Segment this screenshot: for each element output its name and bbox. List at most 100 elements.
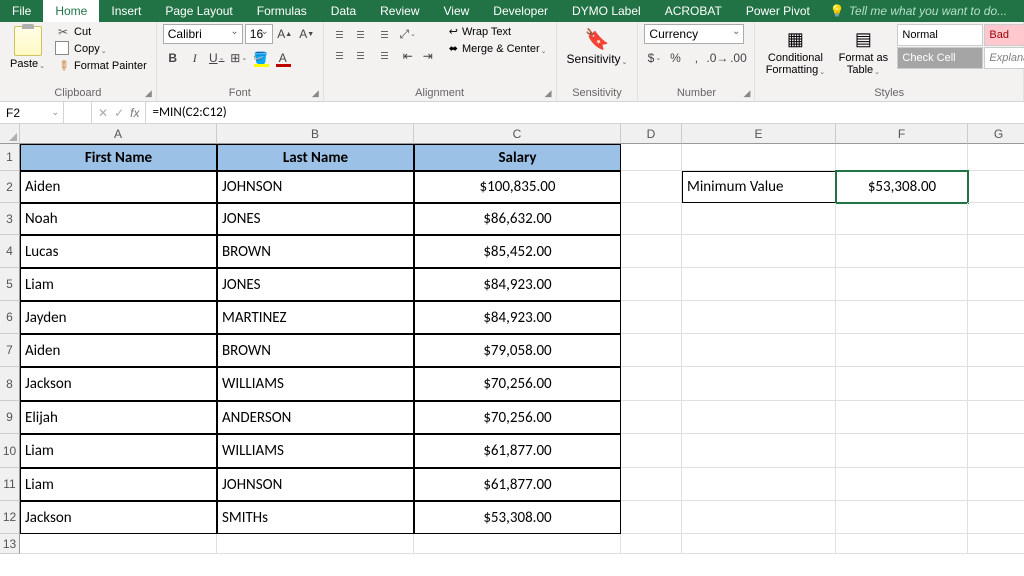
cell-E5[interactable] [682, 268, 836, 301]
cancel-formula-icon[interactable]: ✕ [98, 106, 108, 120]
cell-salary-7[interactable]: $70,256.00 [414, 367, 621, 401]
cells-area[interactable]: First NameLast NameSalary Aiden JOHNSON $10… [20, 144, 1024, 576]
percent-format-button[interactable]: % [665, 48, 685, 68]
cell-first-8[interactable]: Elijah [20, 401, 217, 434]
sensitivity-button[interactable]: 🔖 Sensitivity [563, 24, 632, 68]
dialog-launcher-icon[interactable]: ◢ [145, 88, 152, 99]
cell-D1[interactable] [621, 144, 682, 171]
cell-G1[interactable] [968, 144, 1024, 171]
tell-me-search[interactable]: 💡 Tell me what you want to do... [830, 0, 1007, 22]
comma-format-button[interactable]: , [686, 48, 706, 68]
italic-button[interactable]: I [185, 48, 205, 68]
cell-G6[interactable] [968, 301, 1024, 334]
style-explanatory[interactable]: Explanatory ... [984, 47, 1024, 69]
cell-last-3[interactable]: BROWN [217, 235, 414, 268]
copy-button[interactable]: Copy [53, 41, 150, 57]
tab-data[interactable]: Data [319, 0, 368, 22]
fill-color-button[interactable]: 🪣 [251, 48, 271, 68]
cell-first-2[interactable]: Noah [20, 203, 217, 235]
cell-D3[interactable] [621, 203, 682, 235]
cell-last-10[interactable]: JOHNSON [217, 468, 414, 501]
cell-salary-1[interactable]: $100,835.00 [414, 171, 621, 203]
cell-F9[interactable] [836, 401, 968, 434]
cell-salary-4[interactable]: $84,923.00 [414, 268, 621, 301]
style-check-cell[interactable]: Check Cell [897, 47, 983, 69]
cell-F3[interactable] [836, 203, 968, 235]
align-right-button[interactable] [372, 45, 392, 65]
cell-F12[interactable] [836, 501, 968, 534]
cell-last-11[interactable]: SMITHs [217, 501, 414, 534]
cell-D9[interactable] [621, 401, 682, 434]
cell-E1[interactable] [682, 144, 836, 171]
row-header-2[interactable]: 2 [0, 171, 20, 203]
align-left-button[interactable] [330, 45, 350, 65]
select-all-corner[interactable] [0, 124, 20, 144]
font-color-button[interactable]: A [273, 48, 293, 68]
cell-F5[interactable] [836, 268, 968, 301]
column-header-a[interactable]: A [20, 124, 217, 144]
row-header-10[interactable]: 10 [0, 434, 20, 468]
cell-last-8[interactable]: ANDERSON [217, 401, 414, 434]
row-header-13[interactable]: 13 [0, 534, 20, 554]
tab-power-pivot[interactable]: Power Pivot [734, 0, 822, 22]
cell-last-7[interactable]: WILLIAMS [217, 367, 414, 401]
header-b[interactable]: Last Name [217, 144, 414, 171]
dialog-launcher-icon[interactable]: ◢ [744, 88, 751, 99]
cell-salary-9[interactable]: $61,877.00 [414, 434, 621, 468]
cell-F8[interactable] [836, 367, 968, 401]
cell-E6[interactable] [682, 301, 836, 334]
cell-last-5[interactable]: MARTINEZ [217, 301, 414, 334]
format-painter-button[interactable]: Format Painter [53, 58, 150, 74]
cell-E3[interactable] [682, 203, 836, 235]
cell-G11[interactable] [968, 468, 1024, 501]
tab-formulas[interactable]: Formulas [245, 0, 319, 22]
cell-first-1[interactable]: Aiden [20, 171, 217, 203]
cell-E12[interactable] [682, 501, 836, 534]
cell-first-9[interactable]: Liam [20, 434, 217, 468]
cell-A13[interactable] [20, 534, 217, 554]
cell-D6[interactable] [621, 301, 682, 334]
cell-first-11[interactable]: Jackson [20, 501, 217, 534]
tab-view[interactable]: View [432, 0, 482, 22]
cell-D10[interactable] [621, 434, 682, 468]
tab-dymo[interactable]: DYMO Label [560, 0, 653, 22]
cell-B13[interactable] [217, 534, 414, 554]
cell-G8[interactable] [968, 367, 1024, 401]
column-header-g[interactable]: G [968, 124, 1024, 144]
cell-F1[interactable] [836, 144, 968, 171]
row-header-3[interactable]: 3 [0, 203, 20, 235]
cell-E13[interactable] [682, 534, 836, 554]
cell-first-10[interactable]: Liam [20, 468, 217, 501]
merge-center-button[interactable]: ⬌Merge & Center [446, 41, 550, 56]
cell-E7[interactable] [682, 334, 836, 367]
column-header-f[interactable]: F [836, 124, 968, 144]
style-bad[interactable]: Bad [984, 24, 1024, 46]
cell-first-3[interactable]: Lucas [20, 235, 217, 268]
cell-F11[interactable] [836, 468, 968, 501]
cell-E8[interactable] [682, 367, 836, 401]
name-box[interactable]: F2 [0, 102, 64, 123]
header-a[interactable]: First Name [20, 144, 217, 171]
cell-E4[interactable] [682, 235, 836, 268]
cell-G3[interactable] [968, 203, 1024, 235]
cell-G4[interactable] [968, 235, 1024, 268]
cell-D4[interactable] [621, 235, 682, 268]
row-header-4[interactable]: 4 [0, 235, 20, 268]
conditional-formatting-button[interactable]: ▦ Conditional Formatting [761, 24, 829, 78]
cell-salary-11[interactable]: $53,308.00 [414, 501, 621, 534]
font-size-combo[interactable]: 16 [245, 24, 273, 44]
align-center-button[interactable] [351, 45, 371, 65]
row-header-6[interactable]: 6 [0, 301, 20, 334]
header-c[interactable]: Salary [414, 144, 621, 171]
row-header-12[interactable]: 12 [0, 501, 20, 534]
enter-formula-icon[interactable]: ✓ [114, 106, 124, 120]
cell-first-5[interactable]: Jayden [20, 301, 217, 334]
cell-styles-gallery[interactable]: Normal Bad Check Cell Explanatory ... [897, 24, 1024, 69]
align-bottom-button[interactable] [372, 24, 392, 44]
cell-first-7[interactable]: Jackson [20, 367, 217, 401]
dialog-launcher-icon[interactable]: ◢ [545, 88, 552, 99]
cell-salary-2[interactable]: $86,632.00 [414, 203, 621, 235]
cell-G2[interactable] [968, 171, 1024, 203]
cell-E11[interactable] [682, 468, 836, 501]
tab-review[interactable]: Review [368, 0, 431, 22]
